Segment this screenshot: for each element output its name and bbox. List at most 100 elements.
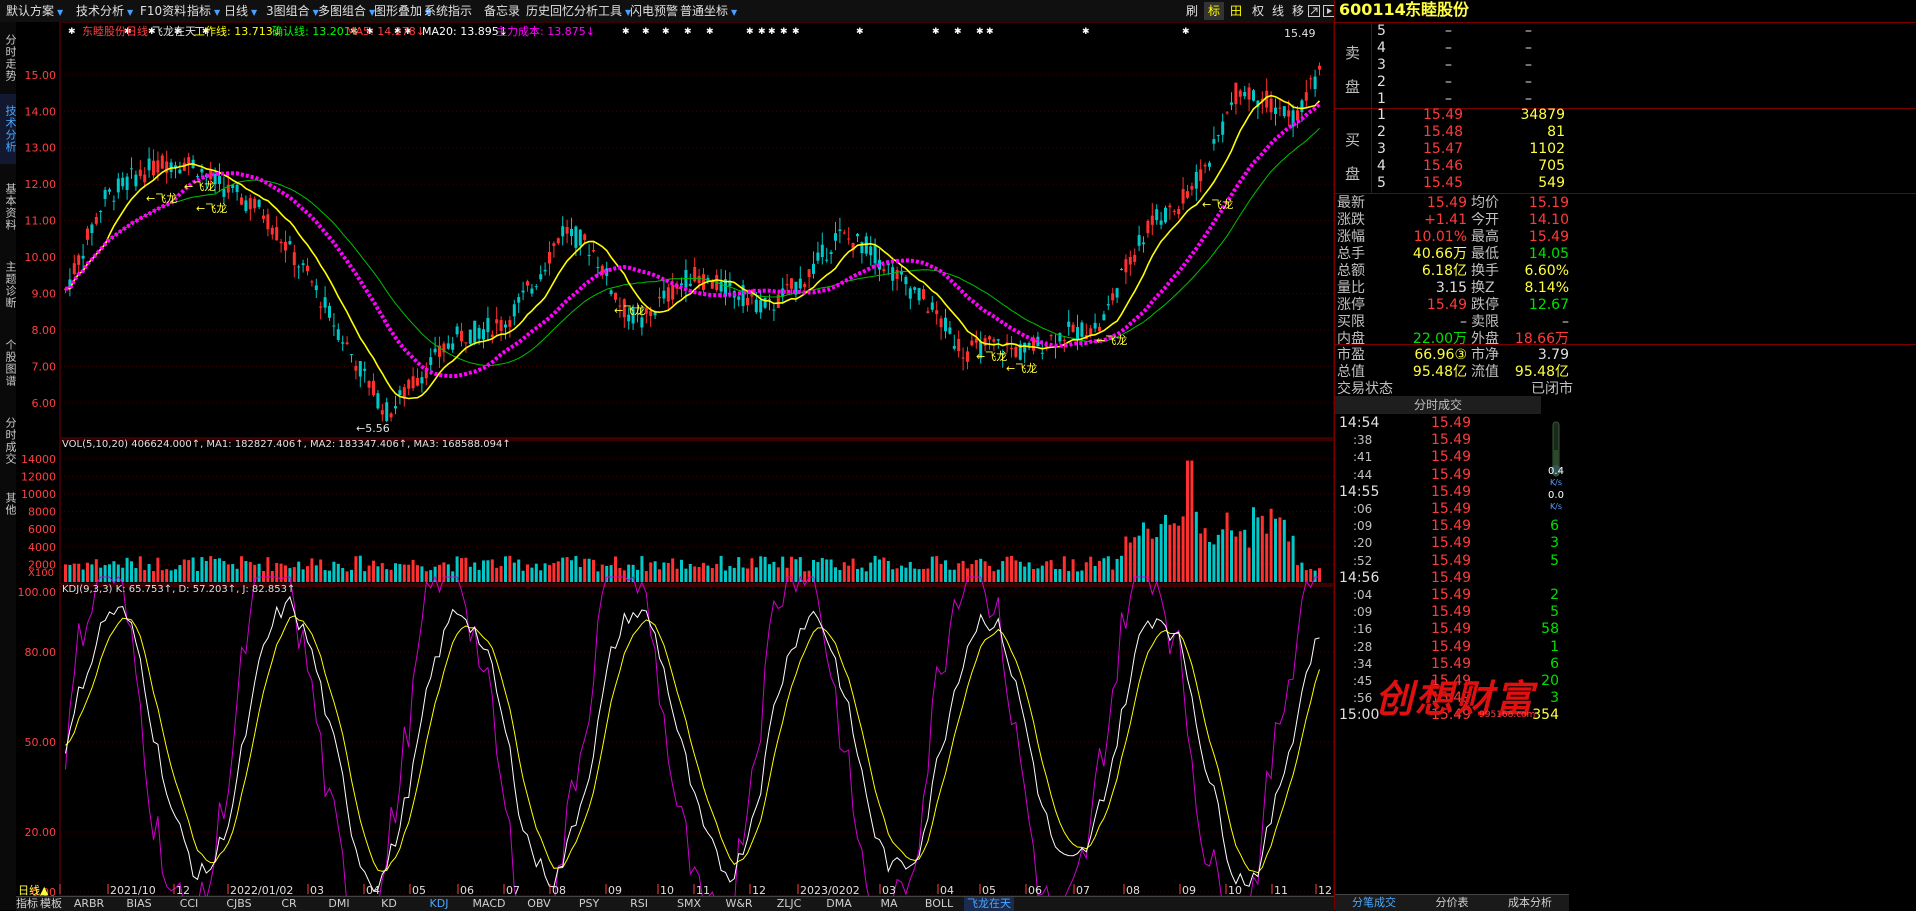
toolbar-move[interactable]: 移 <box>1288 2 1308 20</box>
candle-body <box>869 246 873 256</box>
toolbar-tech-analysis[interactable]: 技术分析 <box>72 2 137 20</box>
tick-time: :09 <box>1353 605 1373 620</box>
quote-value: 40.66万 <box>1412 246 1467 262</box>
volume-bar <box>1287 541 1291 582</box>
toolbar-indicator[interactable]: 指标 <box>183 2 224 20</box>
tick-time: :09 <box>1353 519 1373 534</box>
indicator-tab-7[interactable]: DMI <box>314 897 364 911</box>
candle-body <box>1208 162 1211 167</box>
indicator-tab-13[interactable]: RSI <box>614 897 664 911</box>
volume-bar <box>121 567 125 582</box>
kline-chart-area[interactable]: ←飞龙 ←飞龙 ←飞龙 ←飞龙 ←飞龙 ←飞龙 ←飞龙 ←飞龙 ✱ ✱ ✱ ✱ ✱ ✱ ✱ ✱ ✱ ✱ ✱ ✱ ✱ ✱ ✱ ✱… <box>16 21 1335 908</box>
toolbar-line[interactable]: 线 <box>1268 2 1288 20</box>
right-tab-price-table[interactable]: 分价表 <box>1413 895 1491 911</box>
left-tab-diagnosis[interactable]: 主题诊断 <box>0 250 17 320</box>
candle-body <box>988 336 991 340</box>
sell-volume: – <box>1525 57 1532 73</box>
tick-volume: 2 <box>1550 587 1559 603</box>
indicator-tab-3[interactable]: BIAS <box>114 897 164 911</box>
indicator-tab-12[interactable]: PSY <box>564 897 614 911</box>
indicator-tab-8[interactable]: KD <box>364 897 414 911</box>
volume-bar <box>917 569 921 582</box>
candle-body <box>1164 207 1167 223</box>
volume-bar <box>1212 544 1216 582</box>
indicator-tab-1[interactable]: 模板 <box>38 897 64 911</box>
candle-body <box>798 278 802 289</box>
left-tab-basic[interactable]: 基本资料 <box>0 172 17 242</box>
candle-body <box>1181 189 1185 204</box>
quote-label: 总手 <box>1337 246 1365 262</box>
candle-body <box>1190 186 1194 190</box>
volume-bar <box>165 569 169 582</box>
volume-bar <box>1304 570 1308 582</box>
toolbar-mark[interactable]: 标 <box>1204 2 1224 20</box>
toolbar-memo[interactable]: 备忘录 <box>480 2 524 20</box>
indicator-tab-10[interactable]: MACD <box>464 897 514 911</box>
tick-volume: 1 <box>1550 638 1559 655</box>
indicator-tab-6[interactable]: CR <box>264 897 314 911</box>
time-axis-label: 06 <box>1028 884 1042 896</box>
kline-chart-svg[interactable]: ←飞龙←飞龙←飞龙←飞龙←飞龙←飞龙←飞龙←飞龙✱ ✱ ✱ ✱ ✱ ✱ ✱ ✱ ✱ ✱ ✱ ✱ ✱ ✱ ✱ ✱… <box>16 21 1335 908</box>
indicator-tab-0[interactable]: 指标 <box>16 897 38 911</box>
left-tab-trades[interactable]: 分时成交 <box>0 406 17 476</box>
left-tab-other[interactable]: 其他 <box>0 484 17 524</box>
candle-body <box>284 241 287 251</box>
candle-body <box>644 308 648 314</box>
indicator-tab-11[interactable]: OBV <box>514 897 564 911</box>
volume-header: VOL(5,10,20) 406624.000↑, MA1: 182827.40… <box>62 439 511 450</box>
toolbar-refresh[interactable]: 刷 <box>1182 2 1202 20</box>
volume-bar <box>86 562 89 582</box>
indicator-tab-9[interactable]: KDJ <box>414 897 464 911</box>
volume-bar <box>1300 562 1304 582</box>
candle-body <box>332 325 336 327</box>
toolbar-default-scheme[interactable]: 默认方案 <box>2 2 67 20</box>
indicator-tab-4[interactable]: CCI <box>164 897 214 911</box>
toolbar-rights[interactable]: 权 <box>1248 2 1268 20</box>
indicator-tab-16[interactable]: ZLJC <box>764 897 814 911</box>
candle-body <box>468 329 472 344</box>
candle-body <box>94 216 98 224</box>
right-tab-ticks[interactable]: 分笔成交 <box>1335 895 1413 911</box>
indicator-tab-15[interactable]: W&R <box>714 897 764 911</box>
toolbar-period[interactable]: 日线 <box>220 2 261 20</box>
volume-bar <box>429 570 433 582</box>
kdj-axis-label: 80.00 <box>25 646 57 659</box>
volume-axis-label: 14000 <box>21 453 56 466</box>
chart-title: 东睦股份日线 <box>82 24 148 38</box>
volume-bar <box>187 560 191 582</box>
indicator-tab-2[interactable]: ARBR <box>64 897 114 911</box>
left-tab-graph[interactable]: 个股图谱 <box>0 328 17 398</box>
volume-bar <box>99 567 103 582</box>
star-marker: ✱ <box>976 27 984 37</box>
volume-bar <box>275 562 279 582</box>
toolbar-grid-icon[interactable]: 田 <box>1226 2 1246 20</box>
candle-body <box>1106 304 1110 306</box>
indicator-tab-14[interactable]: SMX <box>664 897 714 911</box>
volume-bar <box>116 564 120 582</box>
volume-bar <box>1265 533 1269 582</box>
candle-body <box>820 244 824 258</box>
volume-bar <box>1067 571 1071 582</box>
expand-icon[interactable] <box>1306 2 1322 20</box>
volume-bar <box>1296 565 1299 582</box>
indicator-tab-19[interactable]: BOLL <box>914 897 964 911</box>
toolbar-flash-alert[interactable]: 闪电预警 <box>626 2 682 20</box>
indicator-tab-17[interactable]: DMA <box>814 897 864 911</box>
indicator-tab-18[interactable]: MA <box>864 897 914 911</box>
stock-code: 600114 <box>1339 0 1406 19</box>
buy-volume: 549 <box>1538 175 1565 191</box>
left-tab-intraday[interactable]: 分时走势 <box>0 28 17 88</box>
volume-bar <box>112 561 116 582</box>
right-tab-cost[interactable]: 成本分析 <box>1491 895 1569 911</box>
left-tab-tech[interactable]: 技术分析 <box>0 94 17 164</box>
toolbar-axis-mode[interactable]: 普通坐标 <box>676 2 741 20</box>
volume-bar <box>380 563 384 582</box>
candle-body <box>433 348 437 353</box>
toolbar-system-indicator[interactable]: 系统指示 <box>420 2 476 20</box>
buy-side-label: 买盘 <box>1335 109 1372 193</box>
indicator-tab-20[interactable]: 飞龙在天 <box>964 897 1014 911</box>
candle-body <box>834 233 837 241</box>
buy-price: 15.49 <box>1423 107 1464 123</box>
indicator-tab-5[interactable]: CJBS <box>214 897 264 911</box>
volume-bar <box>750 558 754 582</box>
